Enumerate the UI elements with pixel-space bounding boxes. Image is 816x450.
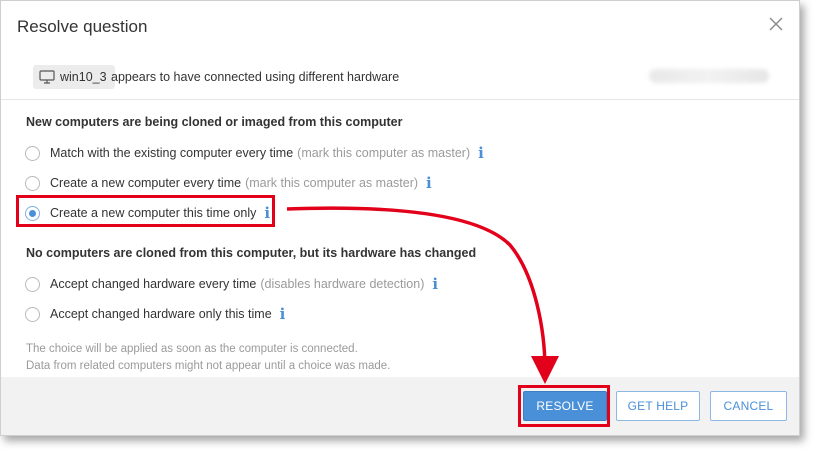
annotation-arrow <box>286 206 559 384</box>
